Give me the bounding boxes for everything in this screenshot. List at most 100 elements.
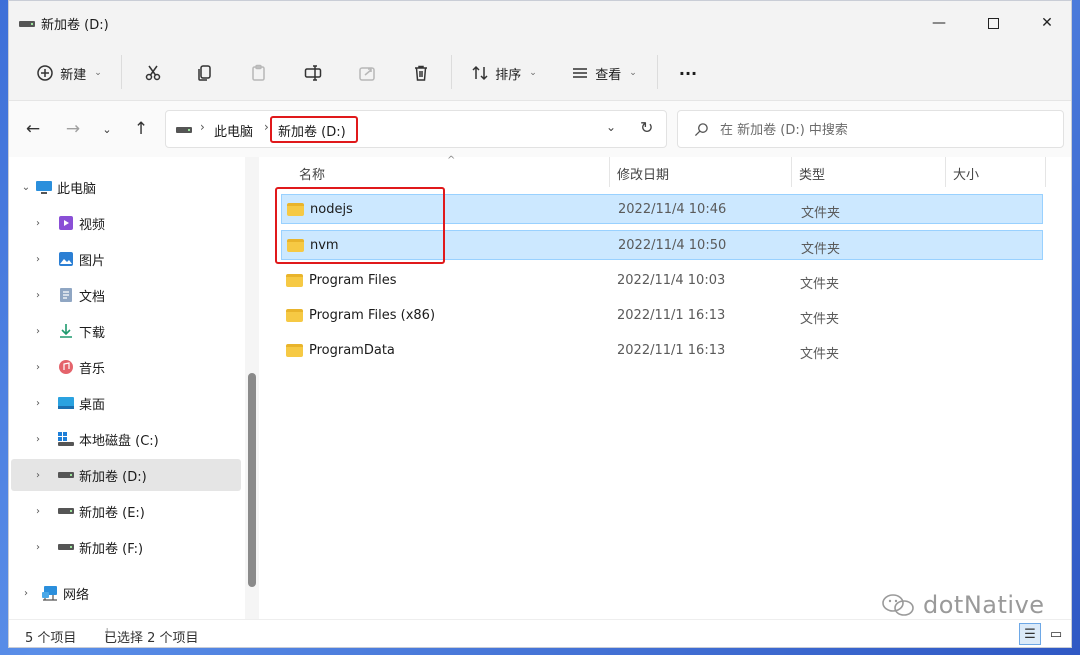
chevron-right-icon[interactable]: › <box>31 398 45 409</box>
column-header-size[interactable]: 大小 <box>953 157 979 189</box>
sort-ascending-icon: ^ <box>447 155 456 166</box>
chevron-right-icon[interactable]: › <box>31 470 45 481</box>
sidebar-item-downloads[interactable]: › 下载 <box>11 315 241 347</box>
tiles-view-button[interactable]: ▭ <box>1045 623 1067 645</box>
file-explorer-window: 新加卷 (D:) — ✕ 新建 ⌄ 排序 ⌄ 查看 ⌄ ··· ← → ⌄ ↑ … <box>8 0 1072 648</box>
sidebar-item-network[interactable]: › 网络 <box>11 577 241 609</box>
breadcrumb-this-pc[interactable]: 此电脑 <box>214 121 253 140</box>
column-divider[interactable] <box>1045 157 1046 187</box>
rename-button[interactable] <box>297 57 329 89</box>
toolbar-divider <box>121 55 122 89</box>
copy-button[interactable] <box>189 57 221 89</box>
column-divider[interactable] <box>609 157 610 187</box>
sidebar-item-label: 网络 <box>63 587 90 603</box>
sidebar-item-drive-e[interactable]: › 新加卷 (E:) <box>11 495 241 527</box>
chevron-down-icon: ⌄ <box>529 68 537 78</box>
scrollbar-thumb[interactable] <box>248 373 256 587</box>
toolbar-divider <box>451 55 452 89</box>
sidebar-item-this-pc[interactable]: ⌄ 此电脑 <box>11 171 241 203</box>
chevron-right-icon: › <box>264 120 269 134</box>
sidebar-item-drive-d[interactable]: › 新加卷 (D:) <box>11 459 241 491</box>
sidebar-item-label: 本地磁盘 (C:) <box>79 433 159 449</box>
column-divider[interactable] <box>791 157 792 187</box>
forward-button[interactable]: → <box>61 117 85 141</box>
minimize-button[interactable]: — <box>919 9 959 37</box>
rename-icon <box>304 65 322 81</box>
monitor-icon <box>35 179 53 195</box>
sort-icon <box>472 65 488 81</box>
wechat-icon <box>882 594 914 616</box>
window-title: 新加卷 (D:) <box>19 14 109 33</box>
chevron-right-icon[interactable]: › <box>19 588 33 599</box>
table-row[interactable]: Program Files (x86) 2022/11/1 16:13 文件夹 <box>281 301 1043 331</box>
table-row[interactable]: Program Files 2022/11/4 10:03 文件夹 <box>281 266 1043 296</box>
column-header-date[interactable]: 修改日期 <box>617 157 669 189</box>
file-type: 文件夹 <box>800 312 840 327</box>
windows-drive-icon <box>57 431 75 447</box>
file-name: ProgramData <box>309 343 395 358</box>
chevron-right-icon: › <box>200 120 205 134</box>
column-header-name[interactable]: 名称 <box>299 157 325 189</box>
table-row[interactable]: ProgramData 2022/11/1 16:13 文件夹 <box>281 336 1043 366</box>
file-type: 文件夹 <box>801 242 841 257</box>
sidebar-item-documents[interactable]: › 文档 <box>11 279 241 311</box>
list-view-icon <box>573 68 588 78</box>
command-bar: 新建 ⌄ 排序 ⌄ 查看 ⌄ ··· <box>9 45 1071 101</box>
chevron-right-icon[interactable]: › <box>31 506 45 517</box>
cut-button[interactable] <box>137 57 169 89</box>
up-button[interactable]: ↑ <box>129 117 153 141</box>
sidebar-item-drive-f[interactable]: › 新加卷 (F:) <box>11 531 241 563</box>
chevron-right-icon[interactable]: › <box>31 290 45 301</box>
new-button[interactable]: 新建 ⌄ <box>29 57 109 89</box>
sort-button[interactable]: 排序 ⌄ <box>467 57 541 89</box>
chevron-right-icon[interactable]: › <box>31 326 45 337</box>
maximize-button[interactable] <box>973 9 1013 37</box>
recent-locations-button[interactable]: ⌄ <box>95 117 119 141</box>
column-header-type[interactable]: 类型 <box>799 157 825 189</box>
network-icon <box>41 585 59 601</box>
maximize-icon <box>987 17 999 29</box>
sidebar-item-label: 文档 <box>79 289 106 305</box>
minimize-icon: — <box>932 15 946 31</box>
search-box[interactable] <box>677 110 1064 148</box>
file-date: 2022/11/4 10:03 <box>617 273 726 288</box>
chevron-down-icon[interactable]: ⌄ <box>606 120 616 134</box>
file-type: 文件夹 <box>800 277 840 292</box>
sidebar-item-local-disk-c[interactable]: › 本地磁盘 (C:) <box>11 423 241 455</box>
view-label: 查看 <box>595 67 622 83</box>
chevron-down-icon: ⌄ <box>629 68 637 78</box>
details-view-button[interactable]: ☰ <box>1019 623 1041 645</box>
status-bar: 5 个项目 | 已选择 2 个项目 <box>9 619 1071 647</box>
sidebar-item-pictures[interactable]: › 图片 <box>11 243 241 275</box>
sidebar-item-label: 桌面 <box>79 397 106 413</box>
refresh-icon[interactable]: ↻ <box>640 118 653 137</box>
address-bar[interactable]: › 此电脑 › 新加卷 (D:) ⌄ ↻ <box>165 110 667 148</box>
delete-button[interactable] <box>405 57 437 89</box>
chevron-right-icon[interactable]: › <box>31 434 45 445</box>
file-list: ^ 名称 修改日期 类型 大小 nodejs 2022/11/4 10:46 文… <box>261 155 1071 619</box>
chevron-right-icon[interactable]: › <box>31 218 45 229</box>
chevron-right-icon[interactable]: › <box>31 254 45 265</box>
share-button[interactable] <box>351 57 383 89</box>
file-date: 2022/11/1 16:13 <box>617 308 726 323</box>
view-button[interactable]: 查看 ⌄ <box>567 57 641 89</box>
chevron-down-icon[interactable]: ⌄ <box>19 182 33 193</box>
back-button[interactable]: ← <box>21 117 45 141</box>
close-button[interactable]: ✕ <box>1027 9 1067 37</box>
watermark-text: dotNative <box>923 591 1045 619</box>
column-divider[interactable] <box>945 157 946 187</box>
sidebar-item-music[interactable]: › 音乐 <box>11 351 241 383</box>
chevron-right-icon[interactable]: › <box>31 362 45 373</box>
sidebar-item-videos[interactable]: › 视频 <box>11 207 241 239</box>
paste-button[interactable] <box>243 57 275 89</box>
sidebar-item-label: 此电脑 <box>57 181 97 197</box>
arrow-left-icon: ← <box>25 119 41 139</box>
sidebar-scrollbar[interactable] <box>245 157 259 619</box>
tiles-view-icon: ▭ <box>1049 626 1063 642</box>
arrow-up-icon: ↑ <box>133 119 149 139</box>
search-input[interactable] <box>720 120 1050 140</box>
more-options-button[interactable]: ··· <box>673 57 703 89</box>
sidebar-item-desktop[interactable]: › 桌面 <box>11 387 241 419</box>
navigation-pane: ⌄ 此电脑 › 视频 › 图片 › 文档 › 下载 › 音乐 › 桌面 › 本地… <box>9 157 261 619</box>
chevron-right-icon[interactable]: › <box>31 542 45 553</box>
